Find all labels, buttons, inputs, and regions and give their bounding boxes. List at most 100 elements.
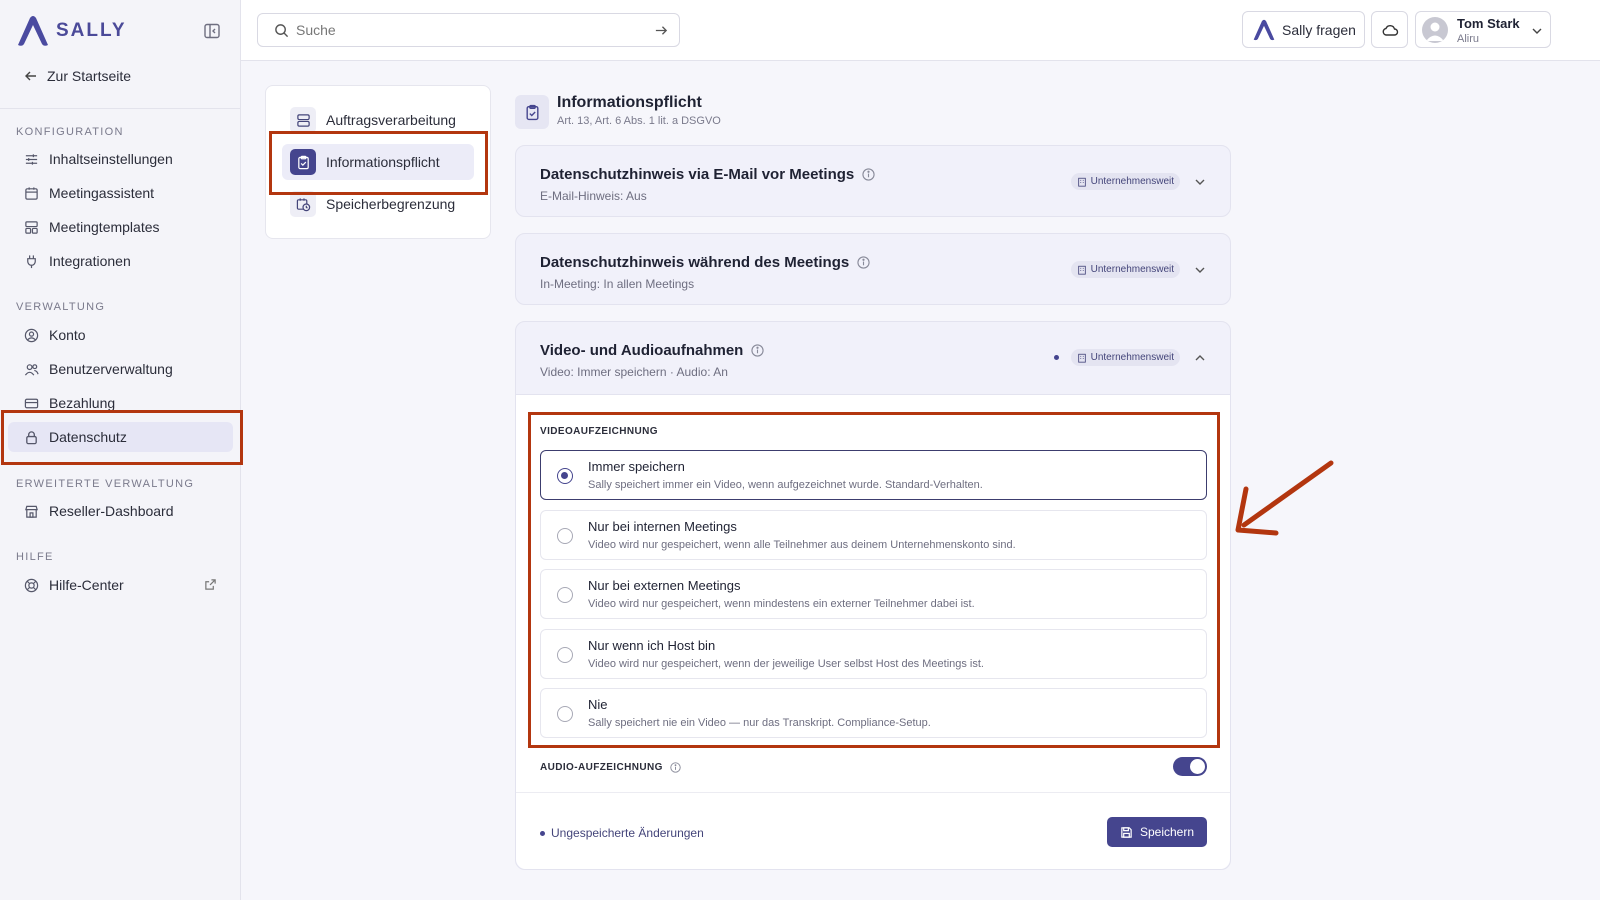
option-description: Sally speichert immer ein Video, wenn au…	[588, 479, 983, 491]
section-verwaltung: VERWALTUNG	[16, 301, 106, 313]
subnav-icon-wrapper	[290, 191, 316, 217]
sidebar-item-label: Reseller-Dashboard	[49, 503, 174, 519]
scope-badge-label: Unternehmensweit	[1090, 264, 1174, 275]
sidebar-item-meetingassistent[interactable]: Meetingassistent	[8, 178, 233, 208]
section-header[interactable]: Datenschutzhinweis während des Meetings …	[516, 234, 1230, 306]
cloud-icon	[1382, 24, 1398, 36]
video-option-always[interactable]: Immer speichern Sally speichert immer ei…	[540, 450, 1207, 500]
section-header[interactable]: Video- und Audioaufnahmen Video: Immer s…	[516, 322, 1230, 394]
video-recording-label: VIDEOAUFZEICHNUNG	[540, 426, 658, 437]
sidebar-item-reseller-dashboard[interactable]: Reseller-Dashboard	[8, 496, 233, 526]
save-icon	[1121, 826, 1132, 838]
chevron-up-icon[interactable]	[1194, 352, 1206, 364]
clipboard-check-icon	[297, 155, 309, 169]
top-bar: Sally fragen Tom Stark Aliru	[241, 0, 1600, 61]
subnav-item-label: Auftragsverarbeitung	[326, 112, 456, 128]
chevron-down-icon	[1532, 28, 1542, 34]
option-label: Nie	[588, 697, 608, 712]
user-name: Tom Stark	[1457, 16, 1520, 31]
lifebuoy-icon	[24, 578, 39, 592]
search-input[interactable]	[296, 20, 636, 40]
user-menu-button[interactable]: Tom Stark Aliru	[1415, 11, 1551, 48]
option-label: Nur bei internen Meetings	[588, 519, 737, 534]
option-description: Video wird nur gespeichert, wenn mindest…	[588, 598, 975, 610]
scope-badge: Unternehmensweit	[1070, 173, 1180, 190]
radio-button[interactable]	[557, 528, 573, 544]
sidebar-item-label: Integrationen	[49, 253, 131, 269]
section-title-row: Video- und Audioaufnahmen	[540, 342, 764, 359]
subnav-item-auftragsverarbeitung[interactable]: Auftragsverarbeitung	[282, 102, 474, 138]
subnav-item-informationspflicht[interactable]: Informationspflicht	[282, 144, 474, 180]
store-icon	[25, 505, 38, 518]
scope-badge: Unternehmensweit	[1070, 349, 1180, 366]
video-option-host-only[interactable]: Nur wenn ich Host bin Video wird nur ges…	[540, 629, 1207, 679]
ask-sally-button[interactable]: Sally fragen	[1242, 11, 1365, 48]
unsaved-changes-indicator: Ungespeicherte Änderungen	[540, 826, 704, 840]
sidebar: SALLY Zur Startseite KONFIGURATION Inhal…	[0, 0, 241, 900]
audio-recording-toggle[interactable]	[1173, 757, 1207, 776]
subnav-icon-wrapper	[290, 107, 316, 133]
info-icon[interactable]	[751, 344, 764, 357]
sally-logo-icon	[18, 16, 48, 46]
lock-icon	[26, 430, 37, 444]
footer-divider	[516, 792, 1230, 793]
radio-button[interactable]	[557, 706, 573, 722]
option-description: Sally speichert nie ein Video — nur das …	[588, 717, 931, 729]
section-summary: E-Mail-Hinweis: Aus	[540, 189, 647, 203]
section-body: VIDEOAUFZEICHNUNG Immer speichern Sally …	[516, 394, 1230, 869]
search-icon	[275, 24, 289, 38]
sidebar-item-meetingtemplates[interactable]: Meetingtemplates	[8, 212, 233, 242]
section-in-meeting-notice: Datenschutzhinweis während des Meetings …	[515, 233, 1231, 305]
save-button[interactable]: Speichern	[1107, 817, 1207, 847]
info-icon[interactable]	[862, 168, 875, 181]
arrow-left-icon	[25, 71, 36, 81]
sidebar-item-label: Konto	[49, 327, 86, 343]
search-box[interactable]	[257, 13, 680, 47]
page-icon	[515, 95, 549, 129]
video-option-external-only[interactable]: Nur bei externen Meetings Video wird nur…	[540, 569, 1207, 619]
sidebar-item-benutzerverwaltung[interactable]: Benutzerverwaltung	[8, 354, 233, 384]
radio-button[interactable]	[557, 468, 573, 484]
brand-name: SALLY	[56, 20, 127, 41]
subnav-item-label: Speicherbegrenzung	[326, 196, 456, 212]
section-title: Video- und Audioaufnahmen	[540, 342, 744, 359]
section-header[interactable]: Datenschutzhinweis via E-Mail vor Meetin…	[516, 146, 1230, 218]
option-label: Nur wenn ich Host bin	[588, 638, 716, 653]
subnav-item-speicherbegrenzung[interactable]: Speicherbegrenzung	[282, 186, 474, 222]
plug-icon	[27, 254, 36, 268]
building-icon	[1077, 265, 1086, 275]
subnav-icon-wrapper	[290, 149, 316, 175]
section-summary: In-Meeting: In allen Meetings	[540, 277, 695, 291]
sidebar-collapse-icon[interactable]	[203, 22, 221, 40]
subnav-item-label: Informationspflicht	[326, 154, 440, 170]
sidebar-item-hilfe-center[interactable]: Hilfe-Center	[8, 570, 233, 600]
cloud-sync-button[interactable]	[1371, 11, 1408, 48]
radio-button[interactable]	[557, 647, 573, 663]
sidebar-item-integrationen[interactable]: Integrationen	[8, 246, 233, 276]
scope-badge-label: Unternehmensweit	[1090, 352, 1174, 363]
chevron-down-icon[interactable]	[1194, 176, 1206, 188]
unsaved-dot	[1054, 355, 1059, 360]
info-icon[interactable]	[670, 762, 681, 773]
chevron-down-icon[interactable]	[1194, 264, 1206, 276]
page-title: Informationspflicht	[557, 94, 702, 111]
brand-logo[interactable]: SALLY	[16, 15, 127, 47]
video-option-never[interactable]: Nie Sally speichert nie ein Video — nur …	[540, 688, 1207, 738]
user-avatar-icon	[1426, 22, 1444, 41]
back-to-home-link[interactable]: Zur Startseite	[24, 68, 131, 84]
calendar-icon	[25, 186, 38, 200]
arrow-right-icon[interactable]	[654, 23, 669, 38]
sidebar-item-konto[interactable]: Konto	[8, 320, 233, 350]
video-option-internal-only[interactable]: Nur bei internen Meetings Video wird nur…	[540, 510, 1207, 560]
sidebar-item-datenschutz[interactable]: Datenschutz	[8, 422, 233, 452]
sidebar-item-label: Datenschutz	[49, 429, 127, 445]
page-subtitle: Art. 13, Art. 6 Abs. 1 lit. a DSGVO	[557, 115, 721, 127]
info-icon[interactable]	[857, 256, 870, 269]
option-description: Video wird nur gespeichert, wenn alle Te…	[588, 539, 1016, 551]
radio-button[interactable]	[557, 587, 573, 603]
sidebar-item-inhaltseinstellungen[interactable]: Inhaltseinstellungen	[8, 144, 233, 174]
section-konfiguration: KONFIGURATION	[16, 126, 124, 138]
building-icon	[1077, 353, 1086, 363]
sidebar-item-bezahlung[interactable]: Bezahlung	[8, 388, 233, 418]
external-link-icon	[205, 579, 216, 590]
